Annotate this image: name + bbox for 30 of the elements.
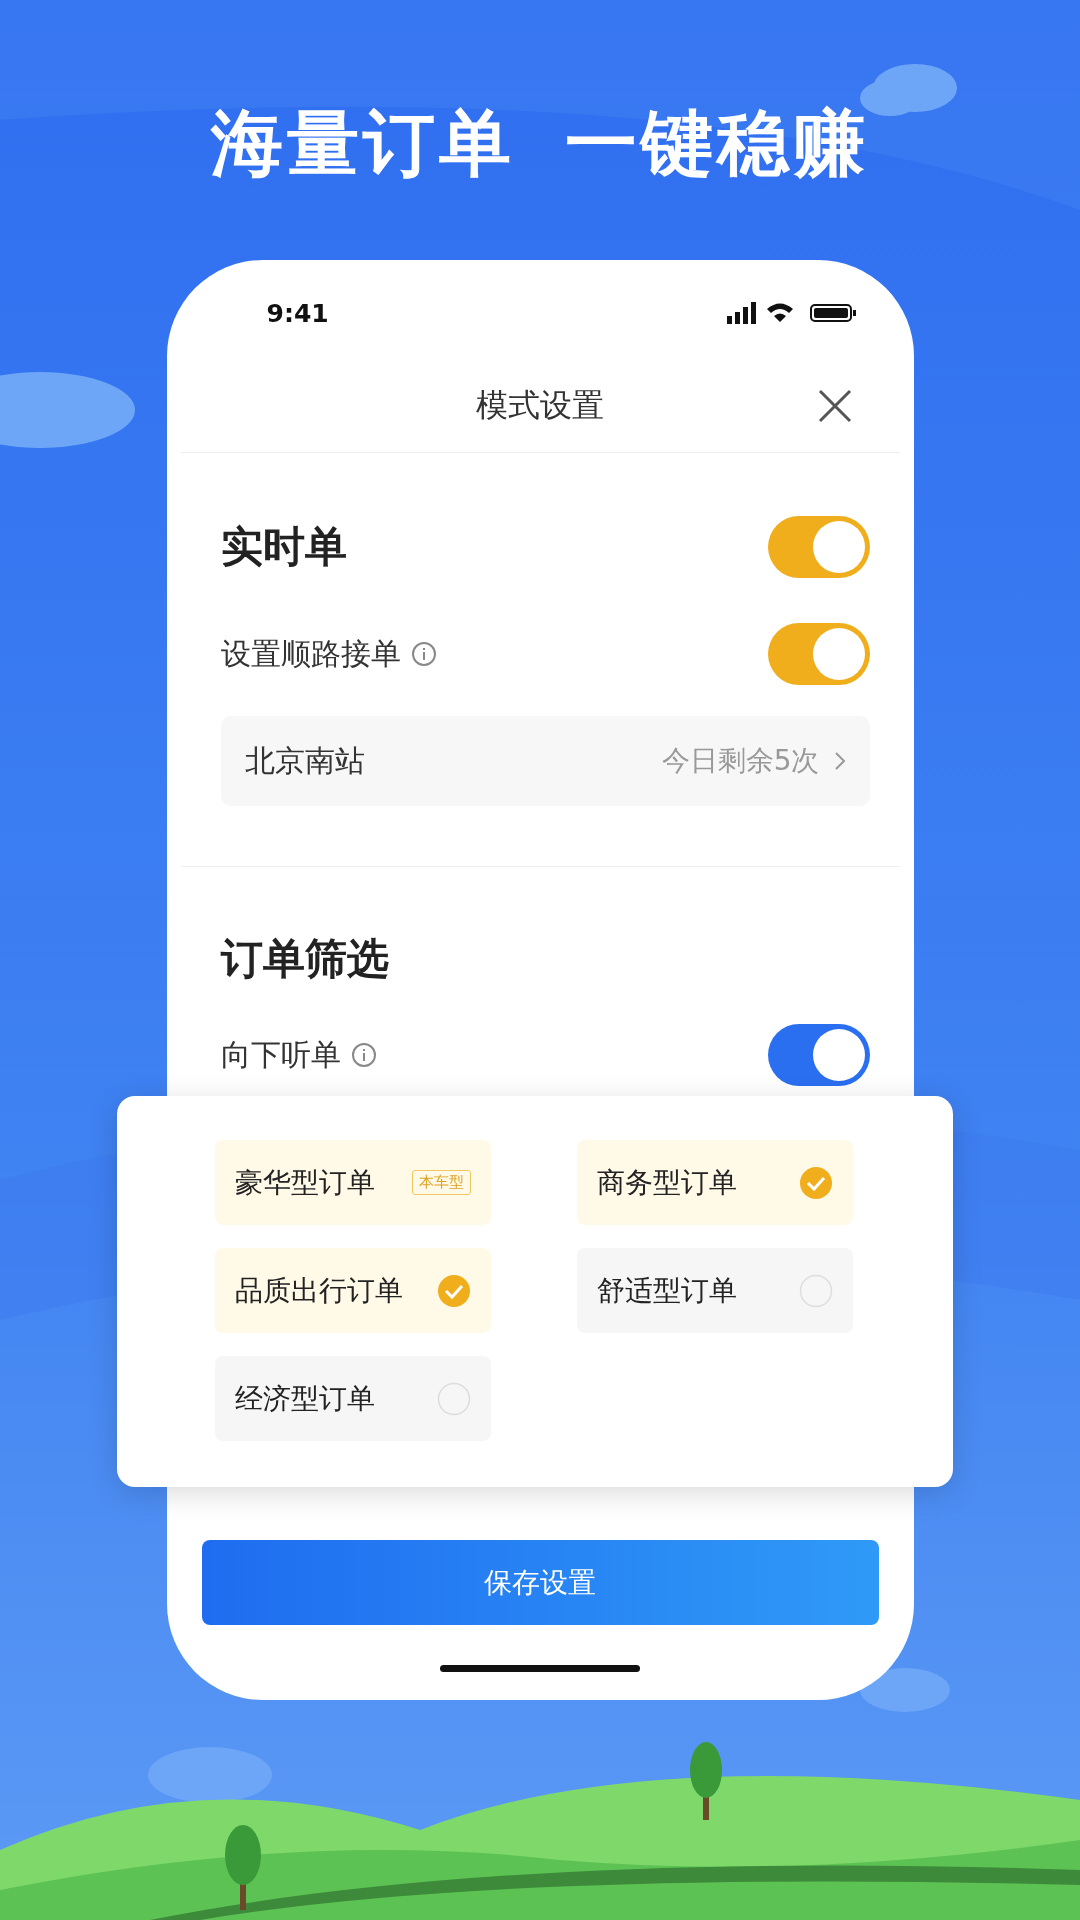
page-title: 模式设置 <box>476 385 604 426</box>
setting-label: 向下听单 <box>220 1035 341 1074</box>
status-time: 9:41 <box>266 298 329 328</box>
location-row[interactable]: 北京南站 今日剩余5次 <box>220 716 870 806</box>
info-icon[interactable] <box>350 1042 377 1068</box>
radio-icon <box>437 1381 471 1416</box>
order-type-option[interactable]: 品质出行订单 <box>215 1248 491 1333</box>
setting-label: 设置顺路接单 <box>220 634 401 673</box>
section-title: 实时单 <box>220 521 348 573</box>
remaining-count: 今日剩余5次 <box>661 743 820 779</box>
radio-icon <box>799 1273 833 1308</box>
order-type-option[interactable]: 豪华型订单 本车型 <box>215 1140 491 1225</box>
option-label: 豪华型订单 <box>235 1164 375 1201</box>
check-icon <box>437 1273 471 1308</box>
tag: 本车型 <box>412 1170 471 1195</box>
option-label: 经济型订单 <box>235 1380 375 1417</box>
check-icon <box>799 1165 833 1200</box>
order-type-option[interactable]: 经济型订单 <box>215 1356 491 1441</box>
option-label: 品质出行订单 <box>235 1272 403 1309</box>
info-icon[interactable] <box>410 641 437 667</box>
order-type-option[interactable]: 舒适型订单 <box>577 1248 853 1333</box>
location-name: 北京南站 <box>244 741 366 780</box>
section-title: 订单筛选 <box>220 933 390 985</box>
option-label: 舒适型订单 <box>597 1272 737 1309</box>
chevron-right-icon <box>833 751 846 771</box>
close-icon[interactable] <box>817 389 852 423</box>
option-label: 商务型订单 <box>597 1164 737 1201</box>
order-type-option[interactable]: 商务型订单 <box>577 1140 853 1225</box>
save-button[interactable]: 保存设置 <box>201 1540 879 1625</box>
headline: 海量订单 一键稳赚 <box>211 100 869 187</box>
